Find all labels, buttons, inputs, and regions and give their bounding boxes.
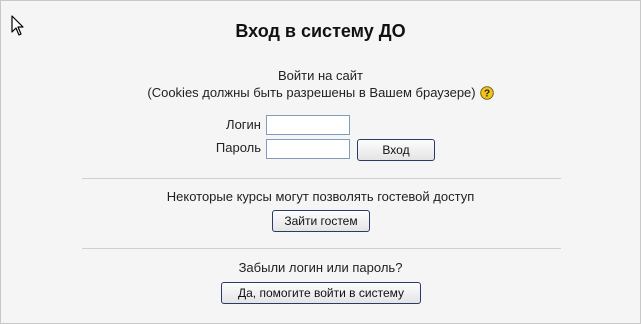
divider xyxy=(82,248,561,249)
guest-login-button[interactable]: Зайти гостем xyxy=(272,210,370,232)
login-intro: Войти на сайт (Cookies должны быть разре… xyxy=(1,67,640,101)
forgot-password-button[interactable]: Да, помогите войти в систему xyxy=(221,282,421,304)
username-input[interactable] xyxy=(266,115,350,135)
cookies-note: (Cookies должны быть разрешены в Вашем б… xyxy=(147,85,476,100)
password-row: Пароль Вход xyxy=(1,137,641,161)
username-row: Логин xyxy=(1,114,641,136)
forgot-password-text: Забыли логин или пароль? xyxy=(238,260,403,275)
help-icon[interactable]: ? xyxy=(479,85,494,100)
login-button[interactable]: Вход xyxy=(357,139,435,161)
page-title: Вход в систему ДО xyxy=(235,21,406,41)
username-label: Логин xyxy=(226,117,261,132)
password-input[interactable] xyxy=(266,139,350,159)
login-panel: Вход в систему ДО Войти на сайт (Cookies… xyxy=(0,0,641,324)
password-label: Пароль xyxy=(215,140,261,155)
intro-heading: Войти на сайт xyxy=(278,68,363,83)
svg-text:?: ? xyxy=(484,88,490,99)
guest-access-text: Некоторые курсы могут позволять гостевой… xyxy=(166,189,475,204)
divider xyxy=(82,178,561,179)
